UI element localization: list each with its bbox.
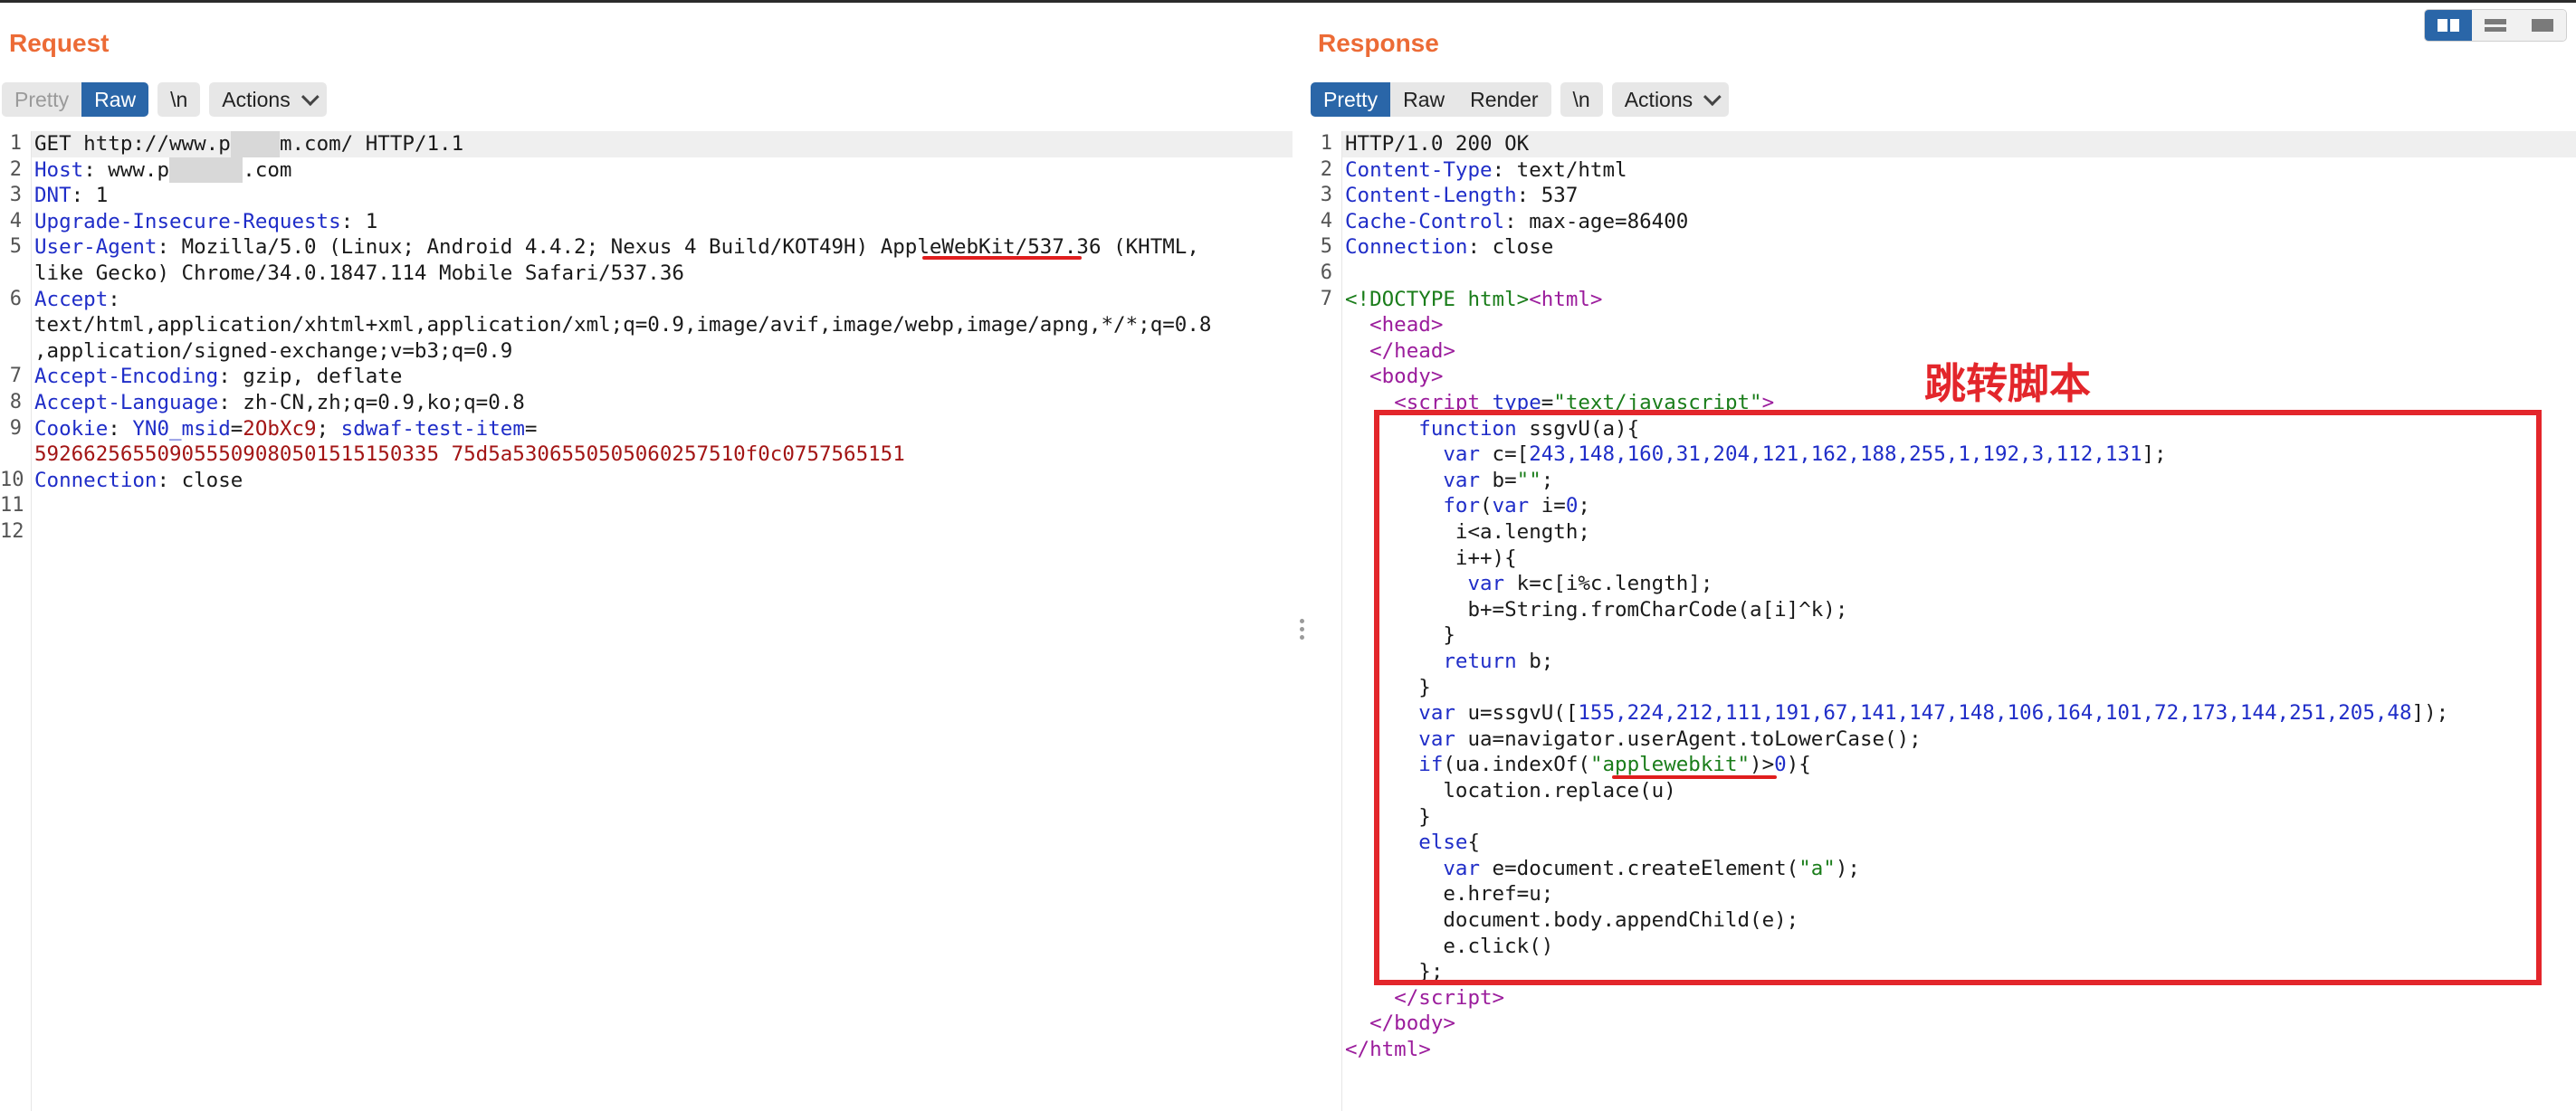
request-view-mode: Pretty Raw — [2, 82, 149, 117]
line-number: 7 — [1320, 287, 1332, 310]
html-body-close: </body> — [1369, 1011, 1455, 1036]
header-cache-control: Cache-Control: max-age=86400 — [1345, 209, 1689, 233]
response-pane: Response Pretty Raw Render \n Actions 1 … — [1311, 0, 2576, 1111]
line-number: 2 — [9, 157, 22, 181]
header-accept-value: text/html,application/xhtml+xml,applicat… — [34, 313, 1212, 337]
line-number: 12 — [0, 520, 24, 543]
status-line: HTTP/1.0 200 OK — [1345, 132, 1530, 156]
line-number: 7 — [9, 365, 22, 388]
html-head-open: <head> — [1369, 313, 1444, 337]
layout-toggle — [2424, 9, 2567, 42]
header-content-length: Content-Length: 537 — [1345, 184, 1579, 208]
header-accept-value-cont: ,application/signed-exchange;v=b3;q=0.9 — [34, 338, 513, 363]
columns-icon — [2438, 19, 2459, 32]
header-connection: Connection: close — [1345, 235, 1554, 260]
header-upgrade-insecure: Upgrade-Insecure-Requests: 1 — [34, 209, 378, 233]
chevron-down-icon — [1703, 88, 1722, 107]
layout-stacked-button[interactable] — [2472, 10, 2519, 41]
response-raw-tab[interactable]: Raw — [1390, 82, 1458, 117]
response-editor[interactable]: 1 2 3 4 5 6 7 HTTP/1.0 200 OK Content-Ty… — [1311, 131, 2576, 1111]
single-pane-icon — [2532, 19, 2553, 32]
response-toolbar: Pretty Raw Render \n Actions — [1311, 82, 1730, 117]
html-head-close: </head> — [1369, 338, 1455, 363]
header-content-type: Content-Type: text/html — [1345, 157, 1627, 182]
html-close: </html> — [1345, 1038, 1431, 1061]
request-title: Request — [9, 29, 110, 57]
layout-tabs-button[interactable] — [2519, 10, 2566, 41]
rows-icon — [2485, 19, 2506, 32]
line-number: 2 — [1320, 157, 1332, 181]
request-line: GET http://www.pxxxxm.com/ HTTP/1.1 — [34, 131, 464, 157]
response-view-mode: Pretty Raw Render — [1311, 82, 1551, 117]
header-accept-language: Accept-Language: zh-CN,zh;q=0.9,ko;q=0.8 — [34, 391, 525, 414]
response-render-tab[interactable]: Render — [1457, 82, 1551, 117]
request-toolbar: Pretty Raw \n Actions — [2, 82, 327, 117]
request-raw-tab[interactable]: Raw — [81, 82, 149, 117]
response-title: Response — [1318, 29, 1439, 57]
request-editor[interactable]: 1 2 3 4 5 6 7 8 9 10 11 12 GET http://ww… — [0, 131, 1293, 1111]
header-host: Host: www.pxxxxxx.com — [34, 157, 292, 184]
line-number: 9 — [9, 416, 22, 440]
line-number: 8 — [9, 391, 22, 413]
redirect-script-annotation: 跳转脚本 — [1924, 359, 2091, 408]
header-connection: Connection: close — [34, 468, 243, 492]
request-gutter — [0, 131, 32, 1111]
line-number: 6 — [9, 287, 22, 310]
header-user-agent-cont: like Gecko) Chrome/34.0.1847.114 Mobile … — [34, 261, 684, 285]
header-accept: Accept: — [34, 287, 120, 311]
cookie-value: 592662565509055509080501515150335 75d5a5… — [34, 442, 905, 467]
line-number: 5 — [9, 235, 22, 259]
redacted-text: xxxxxx — [169, 157, 243, 184]
line-number: 3 — [9, 184, 22, 207]
pane-resize-handle[interactable] — [1293, 615, 1311, 643]
request-actions-button[interactable]: Actions — [209, 82, 327, 117]
response-actions-label: Actions — [1624, 87, 1693, 111]
header-dnt: DNT: 1 — [34, 184, 109, 208]
response-actions-button[interactable]: Actions — [1611, 82, 1730, 117]
line-number: 11 — [0, 494, 24, 518]
line-number: 4 — [1320, 209, 1332, 233]
line-number: 1 — [9, 132, 22, 155]
response-newline-toggle[interactable]: \n — [1560, 82, 1603, 117]
line-number: 3 — [1320, 184, 1332, 207]
header-accept-encoding: Accept-Encoding: gzip, deflate — [34, 365, 403, 389]
request-newline-toggle[interactable]: \n — [157, 82, 201, 117]
chevron-down-icon — [301, 88, 320, 107]
line-number: 5 — [1320, 235, 1332, 259]
line-number: 4 — [9, 209, 22, 233]
useragent-underline — [922, 256, 1082, 260]
request-pane: Request Pretty Raw \n Actions 1 2 3 4 5 … — [0, 0, 1293, 1111]
html-body-open: <body> — [1369, 365, 1444, 389]
layout-side-by-side-button[interactable] — [2425, 10, 2472, 41]
request-pretty-tab[interactable]: Pretty — [2, 82, 82, 117]
html-doctype: <!DOCTYPE html><html> — [1345, 287, 1603, 311]
response-pretty-tab[interactable]: Pretty — [1311, 82, 1391, 117]
header-cookie: Cookie: YN0_msid=2ObXc9; sdwaf-test-item… — [34, 416, 538, 441]
line-number: 10 — [0, 468, 24, 491]
script-highlight-box — [1374, 410, 2542, 985]
redacted-text: xxxx — [230, 131, 280, 157]
line-number: 1 — [1320, 132, 1332, 155]
html-script-close: </script> — [1394, 985, 1505, 1010]
request-actions-label: Actions — [222, 87, 291, 111]
line-number: 6 — [1320, 261, 1332, 284]
